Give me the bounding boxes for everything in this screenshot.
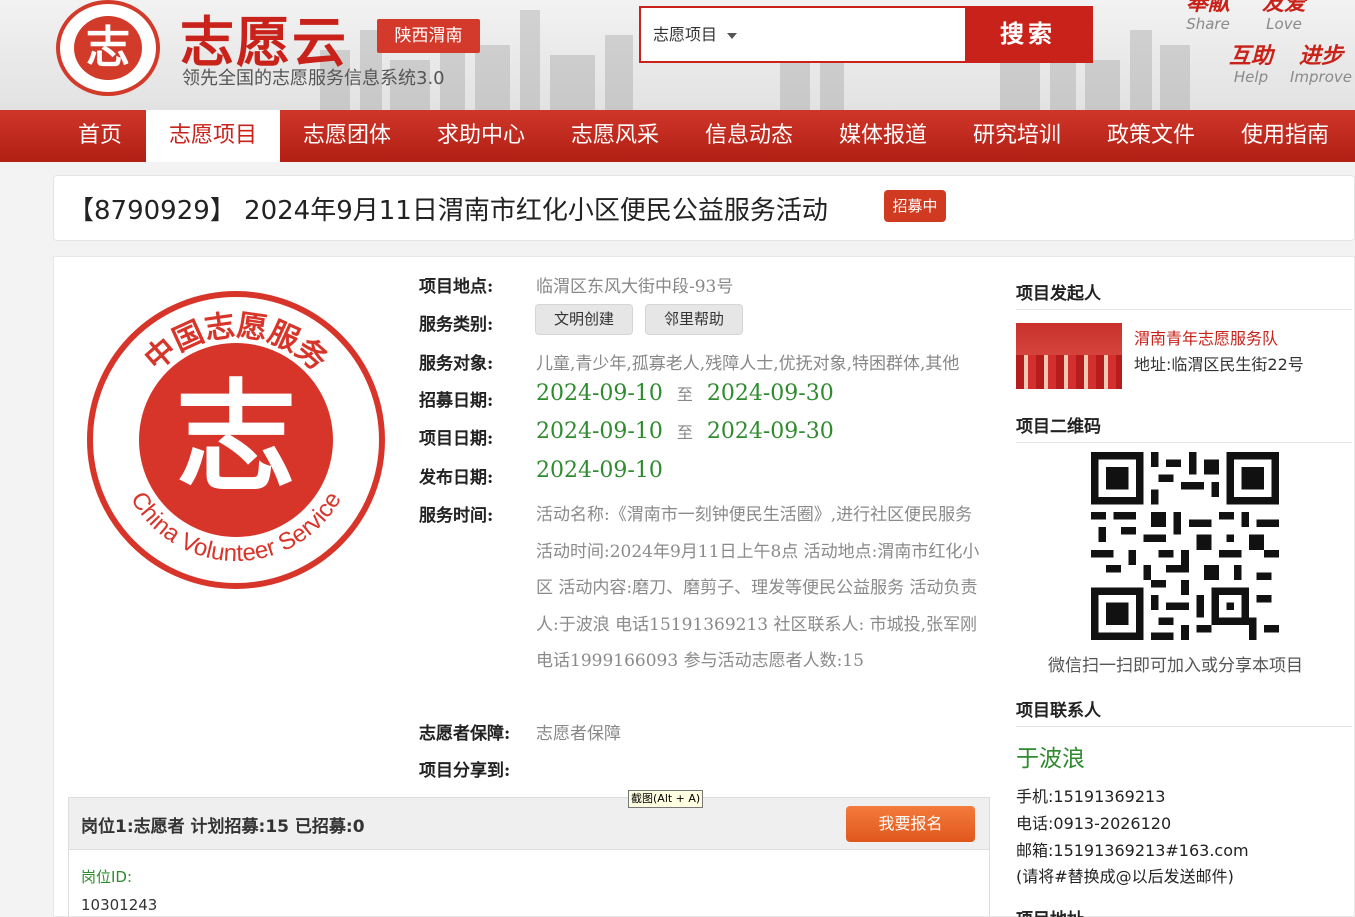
nav-training[interactable]: 研究培训 (950, 110, 1084, 162)
chevron-down-icon (727, 32, 738, 39)
nav-projects[interactable]: 志愿项目 (146, 110, 280, 162)
project-title: 【8790929】 2024年9月11日渭南市红化小区便民公益服务活动 (68, 196, 828, 226)
contact-phone: 电话:0913-2026120 (1016, 814, 1172, 833)
search-box: 志愿项目 搜索 (639, 6, 1093, 63)
label-location: 项目地点: (419, 277, 494, 297)
publish-date: 2024-09-10 (536, 458, 663, 483)
motto-cn: 互助 (1228, 44, 1273, 69)
motto-en: Share (1186, 15, 1230, 33)
motto-en: Love (1266, 15, 1302, 33)
label-share: 项目分享到: (419, 761, 511, 781)
site-slogan: 领先全国的志愿服务信息系统3.0 (182, 68, 445, 89)
qr-caption: 微信扫一扫即可加入或分享本项目 (1048, 656, 1303, 676)
nav-policy[interactable]: 政策文件 (1084, 110, 1218, 162)
nav-guide[interactable]: 使用指南 (1218, 110, 1352, 162)
screenshot-tooltip: 截图(Alt + A) (628, 790, 704, 808)
org-name-link[interactable]: 渭南青年志愿服务队 (1134, 325, 1278, 349)
contact-email: 邮箱:15191369213#163.com (1016, 841, 1249, 860)
status-badge: 招募中 (884, 190, 946, 222)
search-button[interactable]: 搜索 (965, 8, 1091, 61)
region-badge[interactable]: 陕西渭南 (377, 19, 480, 53)
value-recruit-date: 2024-09-10 至 2024-09-30 (536, 381, 834, 406)
site-header: 志 志愿云 陕西渭南 领先全国的志愿服务信息系统3.0 志愿项目 搜索 奉献 S… (0, 0, 1355, 110)
search-type-select[interactable]: 志愿项目 (641, 8, 761, 61)
nav-home[interactable]: 首页 (52, 110, 148, 162)
initiator-heading: 项目发起人 (1016, 284, 1101, 304)
recruit-end: 2024-09-30 (706, 381, 834, 406)
org-address: 地址:临渭区民生街22号 (1134, 355, 1304, 374)
label-category: 服务类别: (419, 315, 494, 335)
label-target: 服务对象: (419, 354, 494, 374)
category-tag[interactable]: 邻里帮助 (645, 304, 743, 335)
project-detail: 中国志愿服务 China Volunteer Service 志 项目地点: 临… (53, 256, 1355, 917)
logo-center-glyph: 志 (176, 367, 296, 508)
project-start: 2024-09-10 (536, 419, 663, 444)
motto-en: Help (1233, 68, 1269, 86)
signup-button[interactable]: 我要报名 (846, 806, 975, 842)
motto-love: 友爱 Love (1257, 0, 1311, 32)
value-guarantee: 志愿者保障 (536, 724, 621, 744)
nav-showcase[interactable]: 志愿风采 (548, 110, 682, 162)
qr-heading: 项目二维码 (1016, 417, 1101, 437)
contact-mobile: 手机:15191369213 (1016, 787, 1166, 806)
nav-help-center[interactable]: 求助中心 (414, 110, 548, 162)
motto-cn: 奉献 (1185, 0, 1230, 16)
motto-share: 奉献 Share (1183, 0, 1233, 32)
main-nav: 首页 志愿项目 志愿团体 求助中心 志愿风采 信息动态 媒体报道 研究培训 政策… (0, 110, 1355, 162)
motto-en: Improve (1290, 68, 1353, 86)
value-project-date: 2024-09-10 至 2024-09-30 (536, 419, 834, 444)
contact-name: 于波浪 (1016, 746, 1085, 772)
search-type-label: 志愿项目 (653, 25, 718, 44)
divider (1016, 726, 1352, 727)
divider (1016, 442, 1352, 443)
date-separator: 至 (676, 423, 693, 442)
site-logo[interactable]: 志 (56, 0, 160, 96)
position-summary: 岗位1:志愿者 计划招募:15 已招募:0 (81, 817, 365, 837)
label-guarantee: 志愿者保障: (419, 724, 511, 744)
motto-cn: 友爱 (1261, 0, 1306, 16)
recruit-start: 2024-09-10 (536, 381, 663, 406)
china-volunteer-logo: 中国志愿服务 China Volunteer Service 志 (87, 291, 385, 589)
motto-help: 互助 Help (1224, 44, 1278, 86)
category-tag[interactable]: 文明创建 (535, 304, 633, 335)
divider (1016, 309, 1352, 310)
motto-cn: 进步 (1298, 44, 1343, 69)
label-publish-date: 发布日期: (419, 468, 494, 488)
value-target: 儿童,青少年,孤寡老人,残障人士,优抚对象,特困群体,其他 (536, 354, 960, 374)
org-photo[interactable] (1016, 323, 1122, 389)
position-card: 岗位1:志愿者 计划招募:15 已招募:0 我要报名 岗位ID: 1030124… (68, 797, 990, 917)
value-location: 临渭区东风大街中段-93号 (536, 277, 734, 297)
logo-glyph: 志 (74, 16, 142, 80)
nav-groups[interactable]: 志愿团体 (280, 110, 414, 162)
contact-heading: 项目联系人 (1016, 701, 1101, 721)
value-publish-date: 2024-09-10 (536, 458, 663, 483)
position-id-label: 岗位ID: (81, 868, 133, 886)
project-end: 2024-09-30 (706, 419, 834, 444)
date-separator: 至 (676, 385, 693, 404)
position-header: 岗位1:志愿者 计划招募:15 已招募:0 我要报名 (69, 798, 989, 850)
service-description: 活动名称:《渭南市一刻钟便民生活圈》,进行社区便民服务 活动时间:2024年9月… (536, 505, 980, 671)
email-note: (请将#替换成@以后发送邮件) (1016, 867, 1234, 886)
label-recruit-date: 招募日期: (419, 391, 494, 411)
address-heading: 项目地址 (1016, 905, 1084, 917)
qr-code (1091, 452, 1279, 640)
project-title-bar: 【8790929】 2024年9月11日渭南市红化小区便民公益服务活动 招募中 (53, 175, 1355, 241)
label-project-date: 项目日期: (419, 429, 494, 449)
page: 志 志愿云 陕西渭南 领先全国的志愿服务信息系统3.0 志愿项目 搜索 奉献 S… (0, 0, 1355, 917)
search-input[interactable] (766, 14, 966, 54)
position-id-value: 10301243 (81, 896, 158, 914)
nav-news[interactable]: 信息动态 (682, 110, 816, 162)
motto-improve: 进步 Improve (1290, 44, 1353, 86)
nav-media[interactable]: 媒体报道 (816, 110, 950, 162)
label-service-time: 服务时间: (419, 506, 494, 526)
